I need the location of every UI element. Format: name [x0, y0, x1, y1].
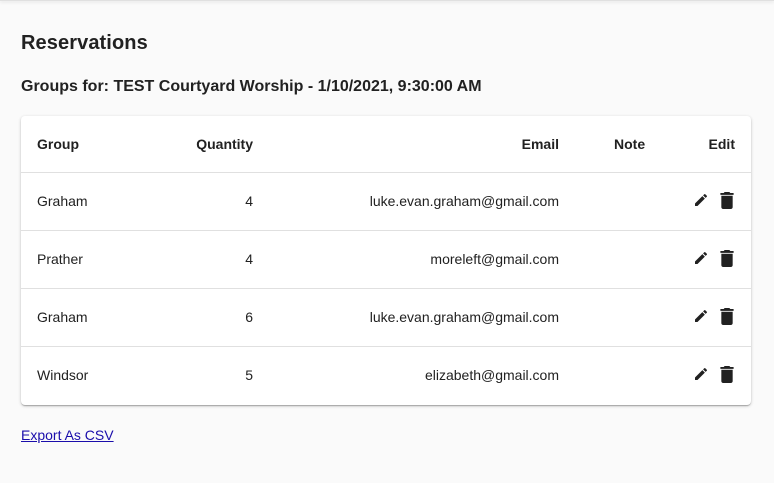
cell-actions — [674, 346, 751, 404]
trash-icon[interactable] — [719, 249, 735, 267]
cell-note — [559, 288, 674, 347]
column-header-group[interactable]: Group — [21, 116, 147, 173]
groups-subtitle: Groups for: TEST Courtyard Worship - 1/1… — [21, 78, 482, 95]
cell-group: Graham — [21, 172, 147, 231]
pencil-icon[interactable] — [693, 365, 709, 383]
cell-email: luke.evan.graham@gmail.com — [253, 288, 559, 347]
page-title: Reservations — [21, 32, 148, 54]
trash-icon[interactable] — [719, 191, 735, 209]
cell-group: Graham — [21, 288, 147, 347]
cell-note — [559, 172, 674, 231]
column-header-email[interactable]: Email — [253, 116, 559, 173]
cell-actions — [674, 288, 751, 347]
cell-note — [559, 346, 674, 404]
table-row: Prather 4 moreleft@gmail.com — [21, 230, 751, 289]
cell-note — [559, 230, 674, 289]
column-header-quantity[interactable]: Quantity — [147, 116, 253, 173]
cell-email: moreleft@gmail.com — [253, 230, 559, 289]
cell-quantity: 6 — [147, 288, 253, 347]
cell-actions — [674, 230, 751, 289]
pencil-icon[interactable] — [693, 191, 709, 209]
cell-email: elizabeth@gmail.com — [424, 367, 559, 384]
cell-quantity: 4 — [147, 230, 253, 289]
column-header-edit: Edit — [674, 116, 751, 173]
table-row: Graham 4 luke.evan.graham@gmail.com — [21, 172, 751, 231]
reservations-table-card: Group Quantity Email Note Edit Graham 4 … — [21, 116, 751, 405]
cell-email: luke.evan.graham@gmail.com — [253, 172, 559, 231]
cell-actions — [674, 172, 751, 231]
top-bar-edge — [0, 0, 774, 1]
pencil-icon[interactable] — [693, 307, 709, 325]
table-row: Graham 6 luke.evan.graham@gmail.com — [21, 288, 751, 347]
export-csv-link[interactable]: Export As CSV — [21, 427, 114, 443]
reservations-table: Group Quantity Email Note Edit Graham 4 … — [21, 116, 751, 404]
table-header-row: Group Quantity Email Note Edit — [21, 116, 751, 173]
trash-icon[interactable] — [719, 365, 735, 383]
table-row: Windsor 5 elizabeth@gmail.com — [21, 346, 751, 404]
cell-quantity: 4 — [147, 172, 253, 231]
cell-group: Windsor — [37, 367, 89, 384]
column-header-note[interactable]: Note — [559, 116, 674, 173]
pencil-icon[interactable] — [693, 249, 709, 267]
cell-group: Prather — [21, 230, 147, 289]
cell-quantity: 5 — [245, 367, 253, 384]
trash-icon[interactable] — [719, 307, 735, 325]
